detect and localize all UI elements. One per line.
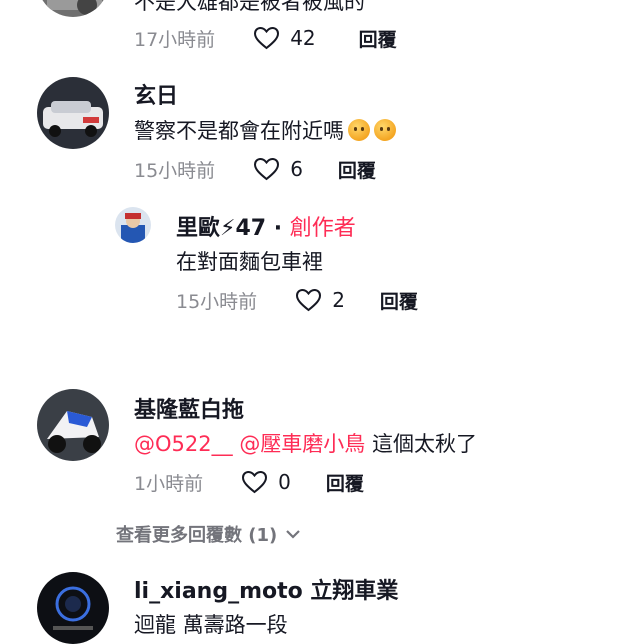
comment-meta: 15小時前 6 回覆: [134, 154, 376, 184]
avatar[interactable]: [37, 389, 109, 461]
comment-text: 警察不是都會在附近嗎: [134, 115, 396, 145]
chevron-down-icon: [286, 530, 301, 539]
reply-time: 15小時前: [176, 290, 258, 313]
comment-username[interactable]: 玄日: [134, 78, 178, 110]
mention-link[interactable]: @壓車磨小鳥: [239, 432, 365, 456]
heart-icon: [254, 157, 280, 181]
heart-icon: [242, 470, 268, 494]
thinking-face-emoji: [348, 119, 370, 141]
reply-meta: 15小時前 2 回覆: [176, 285, 418, 315]
separator-dot: ·: [273, 216, 283, 241]
comment-username[interactable]: 基隆藍白拖: [134, 392, 244, 424]
heart-icon: [296, 288, 322, 312]
like-count: 2: [332, 288, 345, 312]
like-button[interactable]: 2: [295, 288, 345, 312]
comment-time: 1小時前: [134, 472, 204, 495]
creator-badge: 創作者: [289, 216, 356, 241]
avatar[interactable]: [37, 572, 109, 644]
reply-button[interactable]: 回覆: [380, 287, 418, 314]
mention-link[interactable]: @O522__: [134, 432, 233, 456]
reply-username[interactable]: 里歐⚡47 · 創作者: [176, 210, 356, 242]
like-button[interactable]: 0: [241, 470, 291, 494]
comment-time: 15小時前: [134, 159, 216, 182]
view-more-replies-button[interactable]: 查看更多回覆數 (1): [116, 521, 301, 547]
avatar[interactable]: [37, 0, 109, 17]
comment-username[interactable]: li_xiang_moto 立翔車業: [134, 573, 398, 605]
like-count: 0: [278, 470, 291, 494]
heart-icon: [254, 26, 280, 50]
reply-text: 在對面麵包車裡: [176, 250, 323, 274]
comment-text: @O522__ @壓車磨小鳥 這個太秋了: [134, 428, 477, 458]
view-more-label: 查看更多回覆數 (1): [116, 525, 278, 546]
comment-text: 不是大雄都是被者被風的: [134, 0, 365, 14]
like-button[interactable]: 6: [253, 157, 303, 181]
creator-username[interactable]: 里歐⚡47: [176, 216, 266, 241]
reply-button[interactable]: 回覆: [338, 156, 376, 183]
reply-button[interactable]: 回覆: [326, 469, 364, 496]
comment-meta: 17小時前 42 回覆: [134, 23, 397, 53]
comment-body: 警察不是都會在附近嗎: [134, 119, 344, 143]
like-button[interactable]: 42: [253, 26, 316, 50]
avatar[interactable]: [115, 207, 151, 243]
comment-time: 17小時前: [134, 28, 216, 51]
reply-button[interactable]: 回覆: [359, 25, 397, 52]
like-count: 42: [290, 26, 316, 50]
comment-body: 這個太秋了: [372, 432, 477, 456]
like-count: 6: [290, 157, 303, 181]
thinking-face-emoji: [374, 119, 396, 141]
avatar[interactable]: [37, 77, 109, 149]
comment-meta: 1小時前 0 回覆: [134, 467, 364, 497]
comment-text: 迴龍 萬壽路一段: [134, 613, 288, 637]
